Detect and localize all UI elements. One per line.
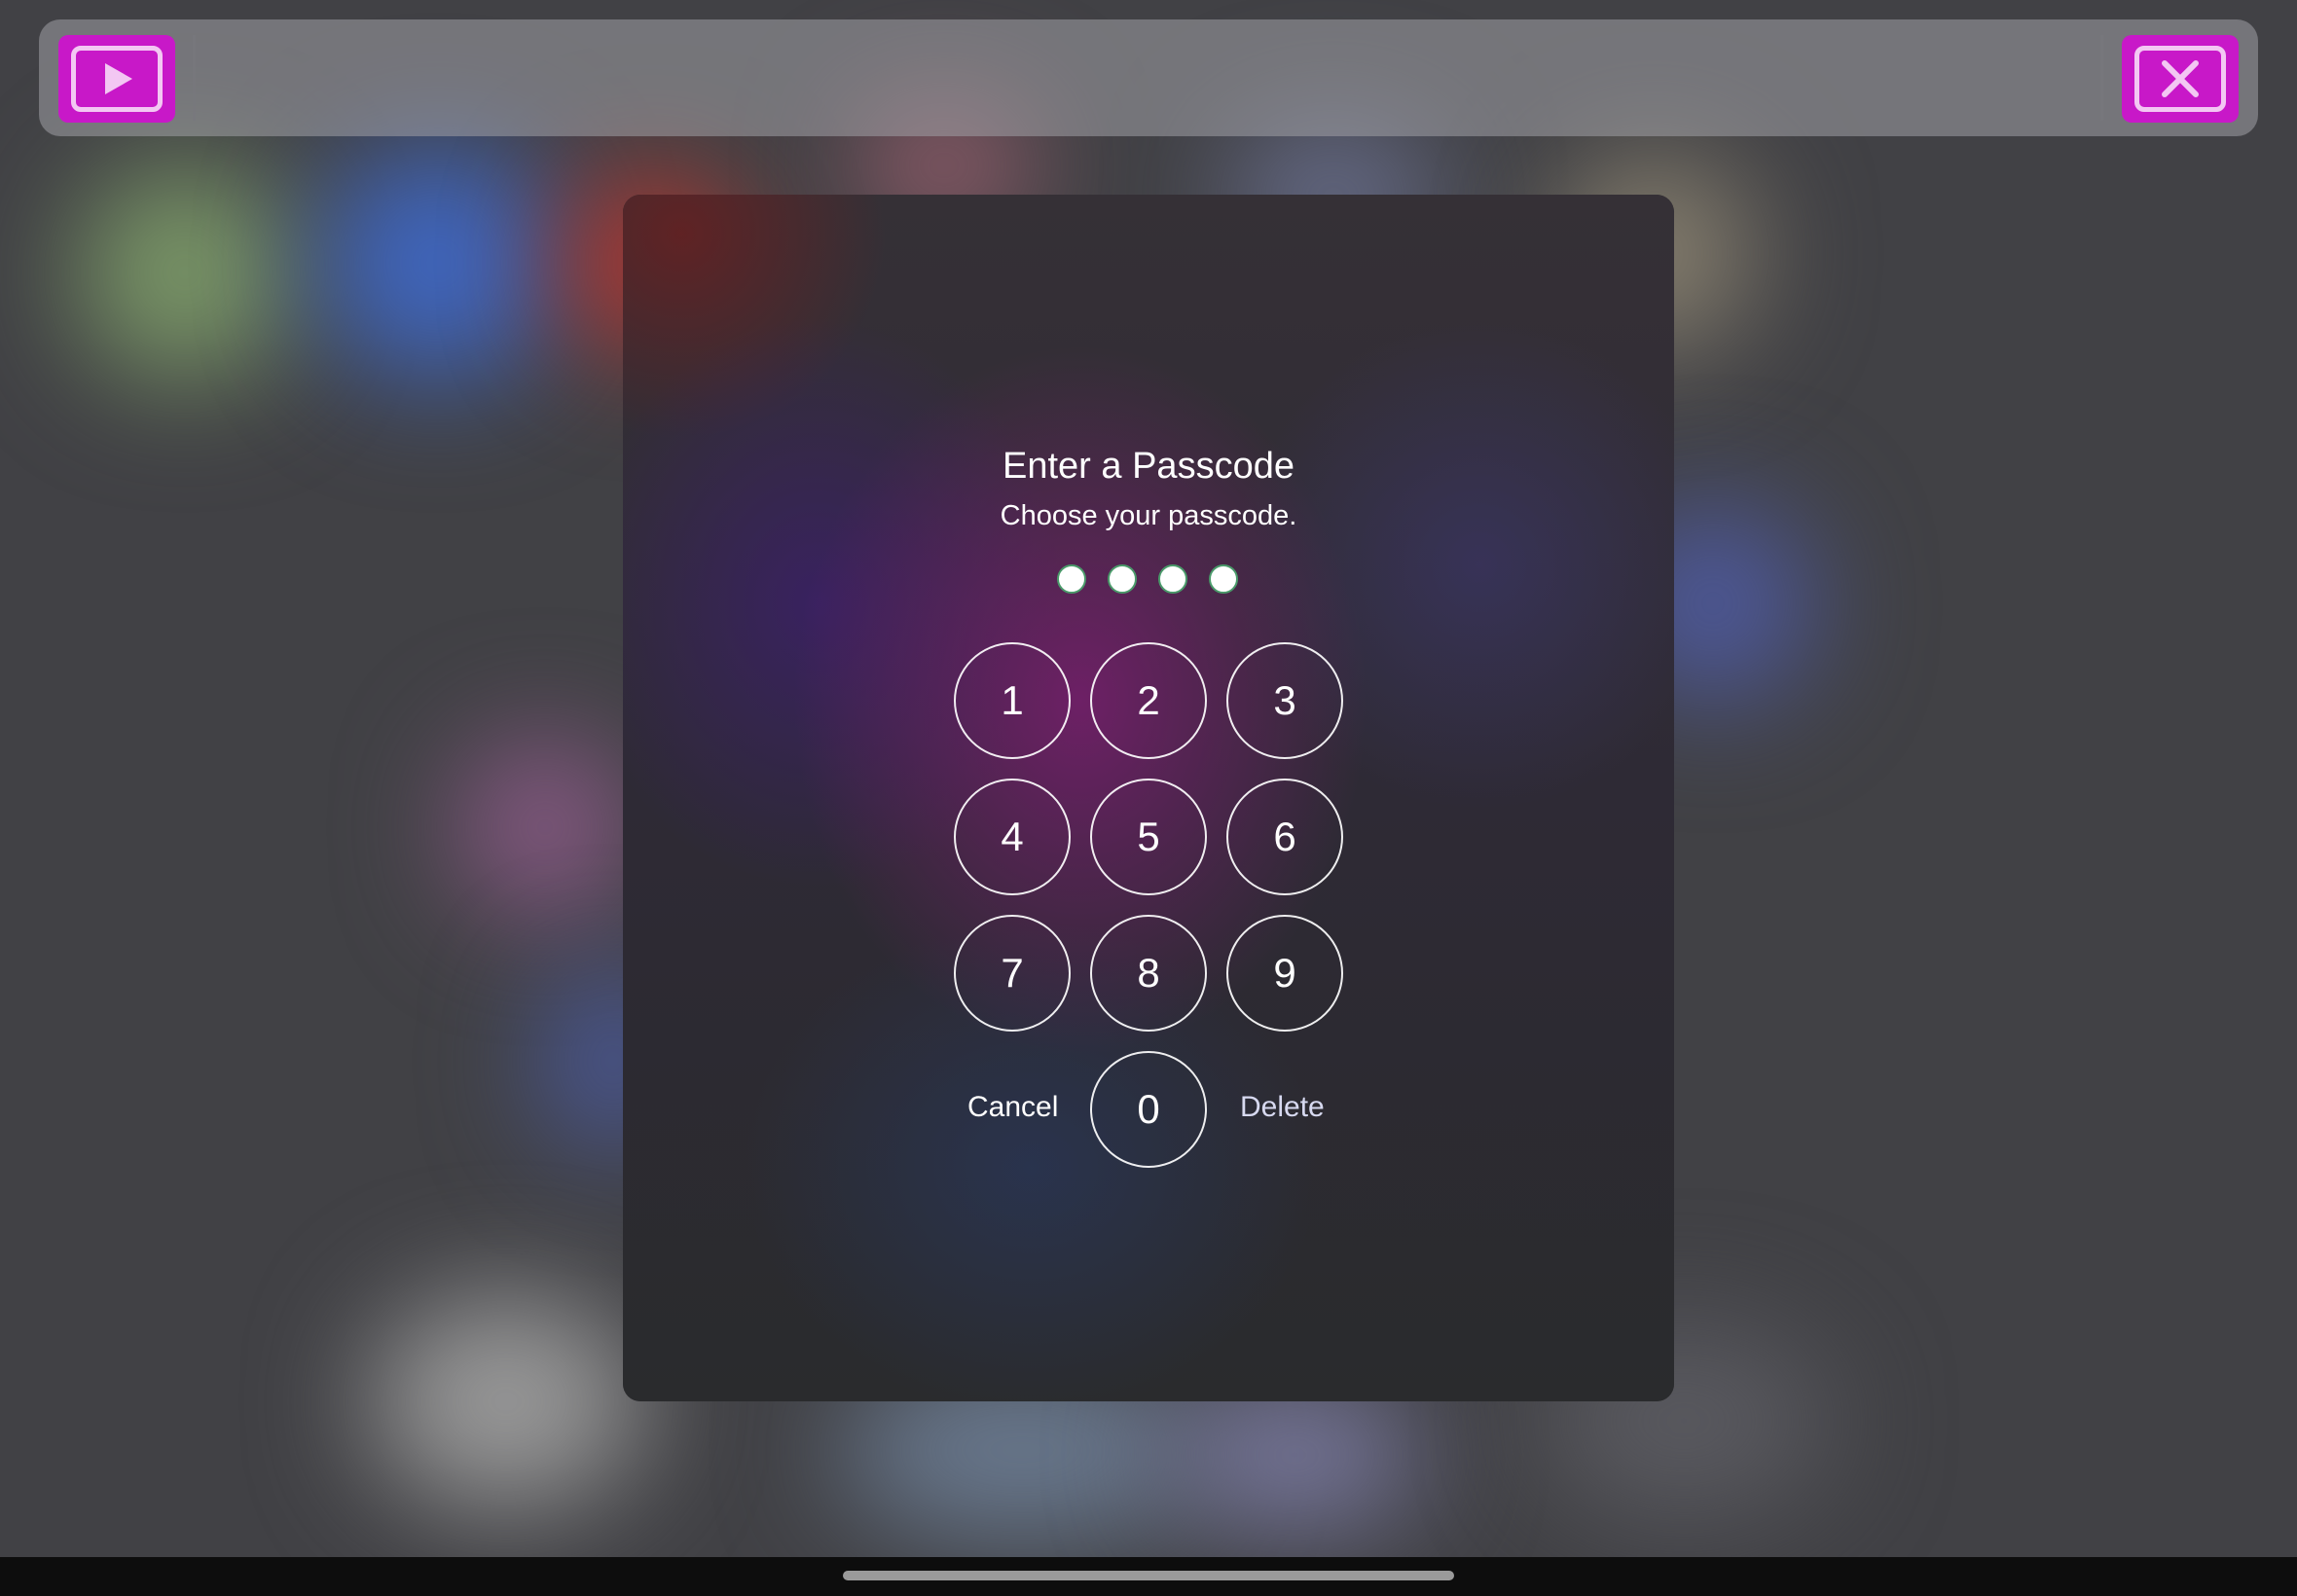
background-blur: [1168, 1382, 1421, 1528]
key-6-button[interactable]: 6: [1226, 779, 1343, 895]
key-0-button[interactable]: 0: [1090, 1051, 1207, 1168]
cancel-button[interactable]: Cancel: [967, 1091, 1058, 1124]
key-1-button[interactable]: 1: [954, 642, 1071, 759]
key-4-button[interactable]: 4: [954, 779, 1071, 895]
background-blur: [370, 1294, 642, 1508]
home-indicator[interactable]: [843, 1571, 1454, 1580]
key-8-button[interactable]: 8: [1090, 915, 1207, 1032]
passcode-dot: [1158, 564, 1187, 594]
screen: Enter a Passcode Choose your passcode. 1…: [0, 0, 2297, 1596]
key-3-button[interactable]: 3: [1226, 642, 1343, 759]
close-button[interactable]: [2122, 35, 2239, 123]
close-icon: [2134, 46, 2226, 112]
play-icon: [71, 46, 163, 112]
passcode-dialog: Enter a Passcode Choose your passcode. 1…: [623, 195, 1674, 1401]
delete-button[interactable]: Delete: [1240, 1091, 1325, 1124]
dialog-title: Enter a Passcode: [1003, 446, 1294, 487]
play-button[interactable]: [58, 35, 175, 123]
background-blur: [78, 165, 292, 380]
key-9-button[interactable]: 9: [1226, 915, 1343, 1032]
toolbar-divider: [2100, 35, 2103, 121]
dialog-subtitle: Choose your passcode.: [1000, 500, 1297, 531]
background-blur: [457, 740, 633, 915]
passcode-dot: [1057, 564, 1086, 594]
passcode-dot: [1209, 564, 1238, 594]
key-5-button[interactable]: 5: [1090, 779, 1207, 895]
key-2-button[interactable]: 2: [1090, 642, 1207, 759]
background-blur: [321, 146, 555, 380]
passcode-dot: [1108, 564, 1137, 594]
top-toolbar: [39, 19, 2258, 136]
key-7-button[interactable]: 7: [954, 915, 1071, 1032]
toolbar-divider: [193, 35, 196, 121]
